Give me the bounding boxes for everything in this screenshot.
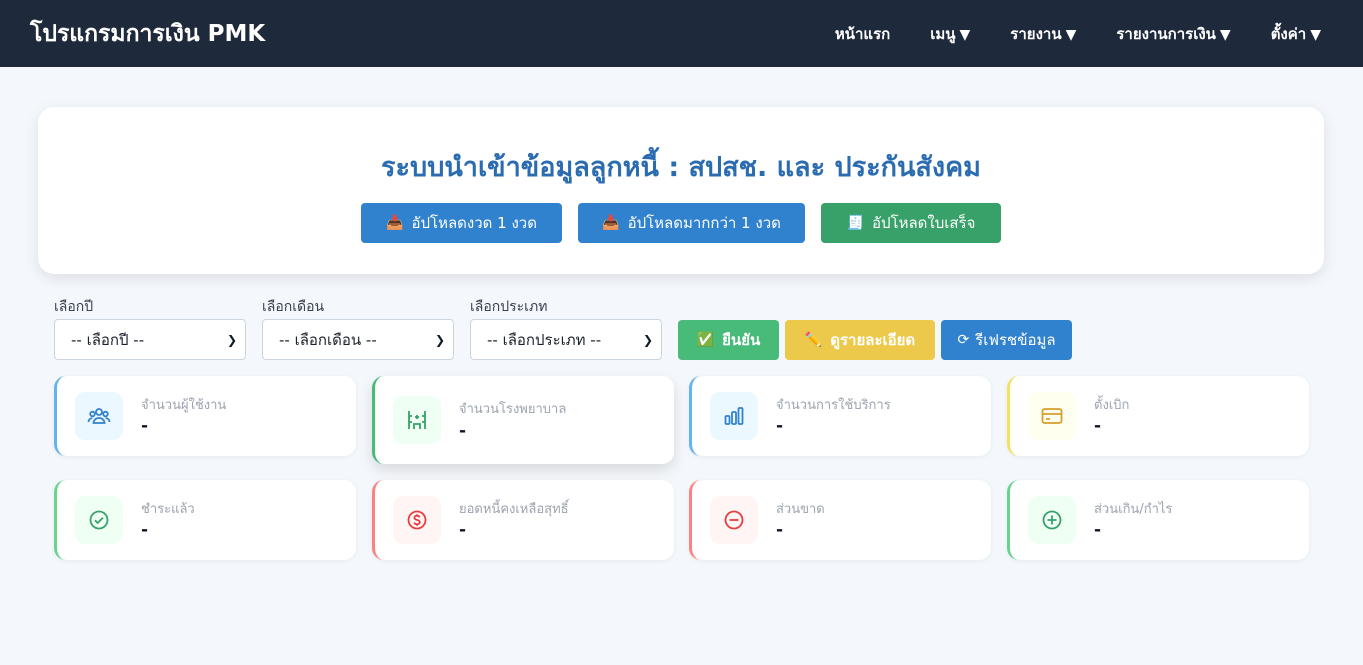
refresh-button[interactable]: ⟳ รีเฟรชข้อมูล (941, 320, 1072, 360)
stat-card[interactable]: จำนวนการใช้บริการ - (689, 376, 991, 456)
caret-down-icon: ▼ (1065, 26, 1077, 43)
stat-value: - (1094, 416, 1102, 436)
nav-reports-label: รายงาน (1010, 24, 1062, 43)
dollar-circle-icon (393, 496, 441, 544)
stat-card[interactable]: จำนวนโรงพยาบาล - (372, 376, 674, 464)
stat-card[interactable]: ชำระแล้ว - (54, 480, 356, 560)
minus-circle-icon (710, 496, 758, 544)
check-circle-icon (75, 496, 123, 544)
stat-card[interactable]: ส่วนเกิน/กำไร - (1007, 480, 1309, 560)
type-select[interactable]: -- เลือกประเภท -- ❯ (470, 319, 662, 360)
filter-actions: ✅ ยืนยัน ✏️ ดูรายละเอียด ⟳ รีเฟรชข้อมูล (678, 320, 1072, 360)
year-field: เลือกปี -- เลือกปี -- ❯ (54, 296, 246, 360)
nav-menu[interactable]: เมนู ▼ (930, 22, 970, 46)
type-label: เลือกประเภท (470, 299, 548, 315)
upload-single-period-label: อัปโหลดงวด 1 งวด (411, 214, 537, 232)
confirm-button[interactable]: ✅ ยืนยัน (678, 320, 779, 360)
upload-receipt-button[interactable]: 🧾 อัปโหลดใบเสร็จ (821, 203, 1001, 243)
stat-card[interactable]: ส่วนขาด - (689, 480, 991, 560)
stat-value: - (1094, 520, 1102, 540)
year-label: เลือกปี (54, 299, 94, 315)
stat-label: ส่วนขาด (776, 502, 825, 517)
stat-value: - (141, 520, 149, 540)
month-label: เลือกเดือน (262, 299, 325, 315)
filter-bar: เลือกปี -- เลือกปี -- ❯ เลือกเดือน -- เล… (54, 296, 1314, 360)
stat-value: - (776, 520, 784, 540)
check-box-icon: ✅ (696, 332, 715, 348)
credit-card-icon (1028, 392, 1076, 440)
upload-receipt-label: อัปโหลดใบเสร็จ (872, 214, 976, 232)
nav-financial-reports-label: รายงานการเงิน (1116, 24, 1216, 43)
nav-settings[interactable]: ตั้งค่า ▼ (1271, 22, 1321, 46)
top-navbar: โปรแกรมการเงิน PMK หน้าแรก เมนู ▼ รายงาน ▼… (0, 0, 1363, 67)
stat-value: - (776, 416, 784, 436)
main-nav: หน้าแรก เมนู ▼ รายงาน ▼ รายงานการเงิน ▼ ตั้… (795, 0, 1321, 67)
stat-card[interactable]: จำนวนผู้ใช้งาน - (54, 376, 356, 456)
upload-multi-period-label: อัปโหลดมากกว่า 1 งวด (627, 214, 781, 232)
month-select-value: -- เลือกเดือน -- (279, 330, 377, 349)
year-select[interactable]: -- เลือกปี -- ❯ (54, 319, 246, 360)
view-details-label: ดูรายละเอียด (830, 331, 916, 349)
refresh-label: รีเฟรชข้อมูล (975, 331, 1056, 349)
nav-menu-label: เมนู (930, 24, 956, 43)
chevron-down-icon: ❯ (642, 332, 653, 347)
chevron-down-icon: ❯ (226, 332, 237, 347)
type-select-value: -- เลือกประเภท -- (487, 330, 602, 349)
view-details-button[interactable]: ✏️ ดูรายละเอียด (785, 320, 935, 360)
plus-circle-icon (1028, 496, 1076, 544)
stat-label: ยอดหนี้คงเหลือสุทธิ์ (459, 502, 569, 517)
stat-label: จำนวนโรงพยาบาล (459, 402, 567, 417)
stat-label: ตั้งเบิก (1094, 398, 1130, 413)
caret-down-icon: ▼ (1219, 26, 1231, 43)
nav-reports[interactable]: รายงาน ▼ (1010, 22, 1076, 46)
nav-home-label: หน้าแรก (834, 24, 891, 43)
chevron-down-icon: ❯ (434, 332, 445, 347)
users-icon (75, 392, 123, 440)
refresh-icon: ⟳ (957, 332, 970, 348)
type-field: เลือกประเภท -- เลือกประเภท -- ❯ (470, 296, 662, 360)
upload-multi-period-button[interactable]: 📥 อัปโหลดมากกว่า 1 งวด (578, 203, 805, 243)
bar-chart-icon (710, 392, 758, 440)
caret-down-icon: ▼ (959, 26, 971, 43)
stat-value: - (459, 421, 467, 441)
stat-value: - (459, 520, 467, 540)
upload-actions: 📥 อัปโหลดงวด 1 งวด 📥 อัปโหลดมากกว่า 1 งว… (38, 203, 1324, 243)
inbox-tray-icon: 📥 (602, 215, 620, 231)
month-select[interactable]: -- เลือกเดือน -- ❯ (262, 319, 454, 360)
pencil-icon: ✏️ (804, 332, 823, 348)
stat-label: จำนวนการใช้บริการ (776, 398, 891, 413)
stat-label: จำนวนผู้ใช้งาน (141, 398, 227, 413)
page-title: ระบบนำเข้าข้อมูลลูกหนี้ : สปสช. และ ประก… (381, 152, 981, 183)
stat-value: - (141, 416, 149, 436)
year-select-value: -- เลือกปี -- (71, 330, 145, 349)
nav-settings-label: ตั้งค่า (1270, 24, 1307, 43)
confirm-label: ยืนยัน (722, 331, 761, 349)
hospital-icon (393, 396, 441, 444)
import-panel: ระบบนำเข้าข้อมูลลูกหนี้ : สปสช. และ ประก… (38, 107, 1324, 274)
stat-card[interactable]: ยอดหนี้คงเหลือสุทธิ์ - (372, 480, 674, 560)
caret-down-icon: ▼ (1310, 26, 1321, 43)
nav-financial-reports[interactable]: รายงานการเงิน ▼ (1116, 22, 1230, 46)
month-field: เลือกเดือน -- เลือกเดือน -- ❯ (262, 296, 454, 360)
stat-card[interactable]: ตั้งเบิก - (1007, 376, 1309, 456)
stat-label: ส่วนเกิน/กำไร (1094, 502, 1173, 517)
inbox-tray-icon: 📥 (386, 215, 404, 231)
receipt-icon: 🧾 (846, 215, 865, 231)
upload-single-period-button[interactable]: 📥 อัปโหลดงวด 1 งวด (361, 203, 562, 243)
stat-label: ชำระแล้ว (141, 502, 195, 517)
nav-home[interactable]: หน้าแรก (835, 22, 890, 46)
app-title[interactable]: โปรแกรมการเงิน PMK (30, 16, 265, 52)
